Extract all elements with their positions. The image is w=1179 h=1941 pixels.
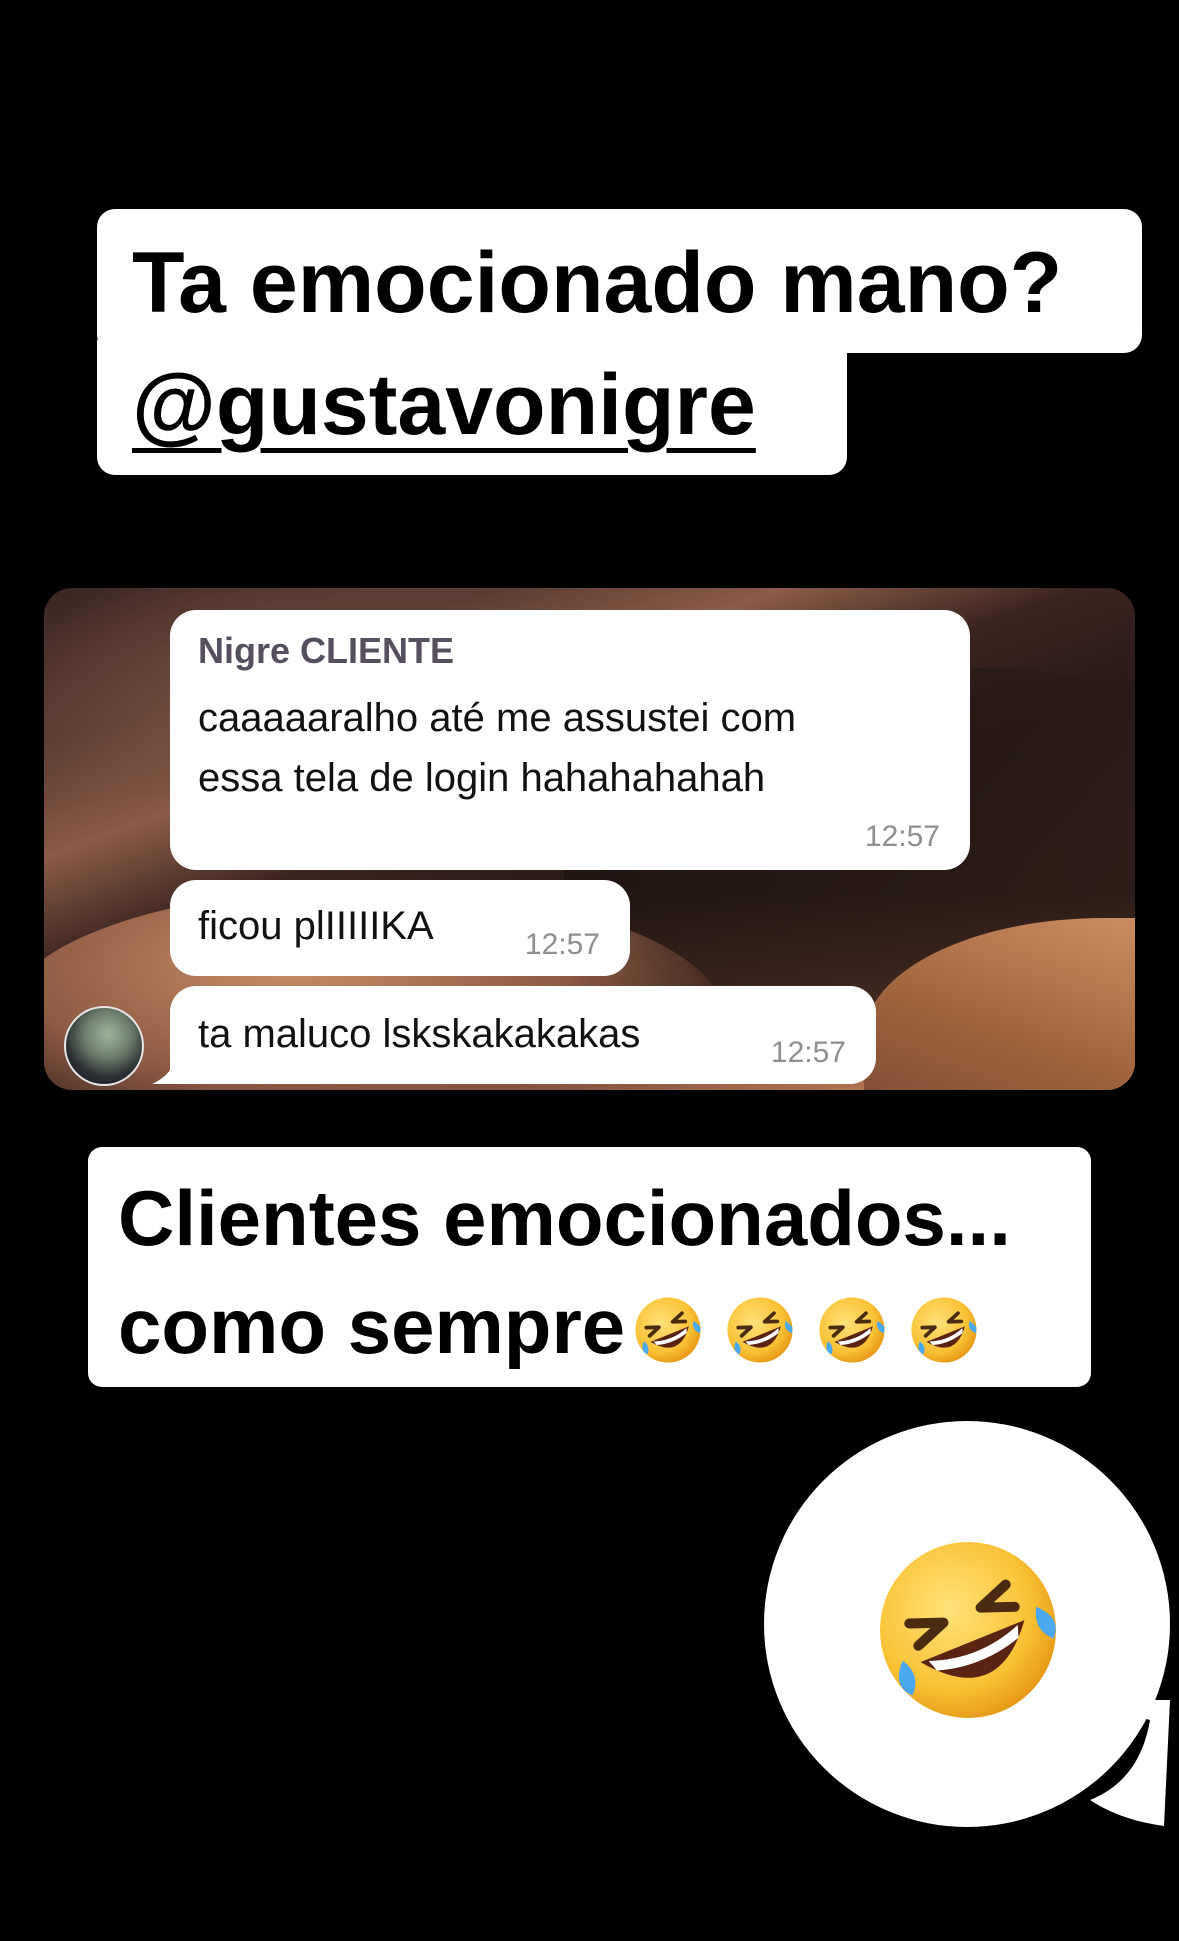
message-bubble[interactable]: Nigre CLIENTE caaaaaralho até me assuste… — [170, 610, 970, 870]
mention-link[interactable]: @gustavonigre — [132, 355, 756, 455]
caption-title: Ta emocionado mano? — [132, 235, 1063, 331]
message-bubble[interactable]: ficou plIIIIIKA 12:57 — [170, 880, 630, 976]
rofl-emoji-icon — [815, 1293, 890, 1367]
message-text: ta maluco lskskakakakas — [198, 1012, 641, 1056]
caption-line: Clientes emocionados... — [118, 1174, 1011, 1262]
message-time: 12:57 — [524, 928, 600, 961]
caption-line-with-emoji: como sempre — [118, 1276, 982, 1376]
sticker-tail-icon — [1080, 1700, 1170, 1826]
chat-screenshot: Nigre CLIENTE caaaaaralho até me assuste… — [44, 588, 1135, 1090]
caption-line: como sempre — [118, 1282, 626, 1370]
message-time: 12:57 — [864, 820, 940, 853]
message-time: 12:57 — [770, 1036, 846, 1069]
message-bubble[interactable]: ta maluco lskskakakakas 12:57 — [170, 986, 876, 1084]
rofl-emoji-icon — [907, 1293, 982, 1367]
sender-name[interactable]: Nigre CLIENTE — [198, 630, 454, 672]
rofl-emoji-icon — [723, 1293, 798, 1367]
sender-avatar[interactable] — [64, 1006, 144, 1086]
rofl-emoji-icon — [868, 1530, 1068, 1730]
message-text-line: caaaaaralho até me assustei com — [198, 696, 797, 740]
message-text-line: essa tela de login hahahahahah — [198, 756, 766, 800]
rofl-emoji-icon — [631, 1293, 706, 1367]
message-text: ficou plIIIIIKA — [198, 904, 434, 948]
